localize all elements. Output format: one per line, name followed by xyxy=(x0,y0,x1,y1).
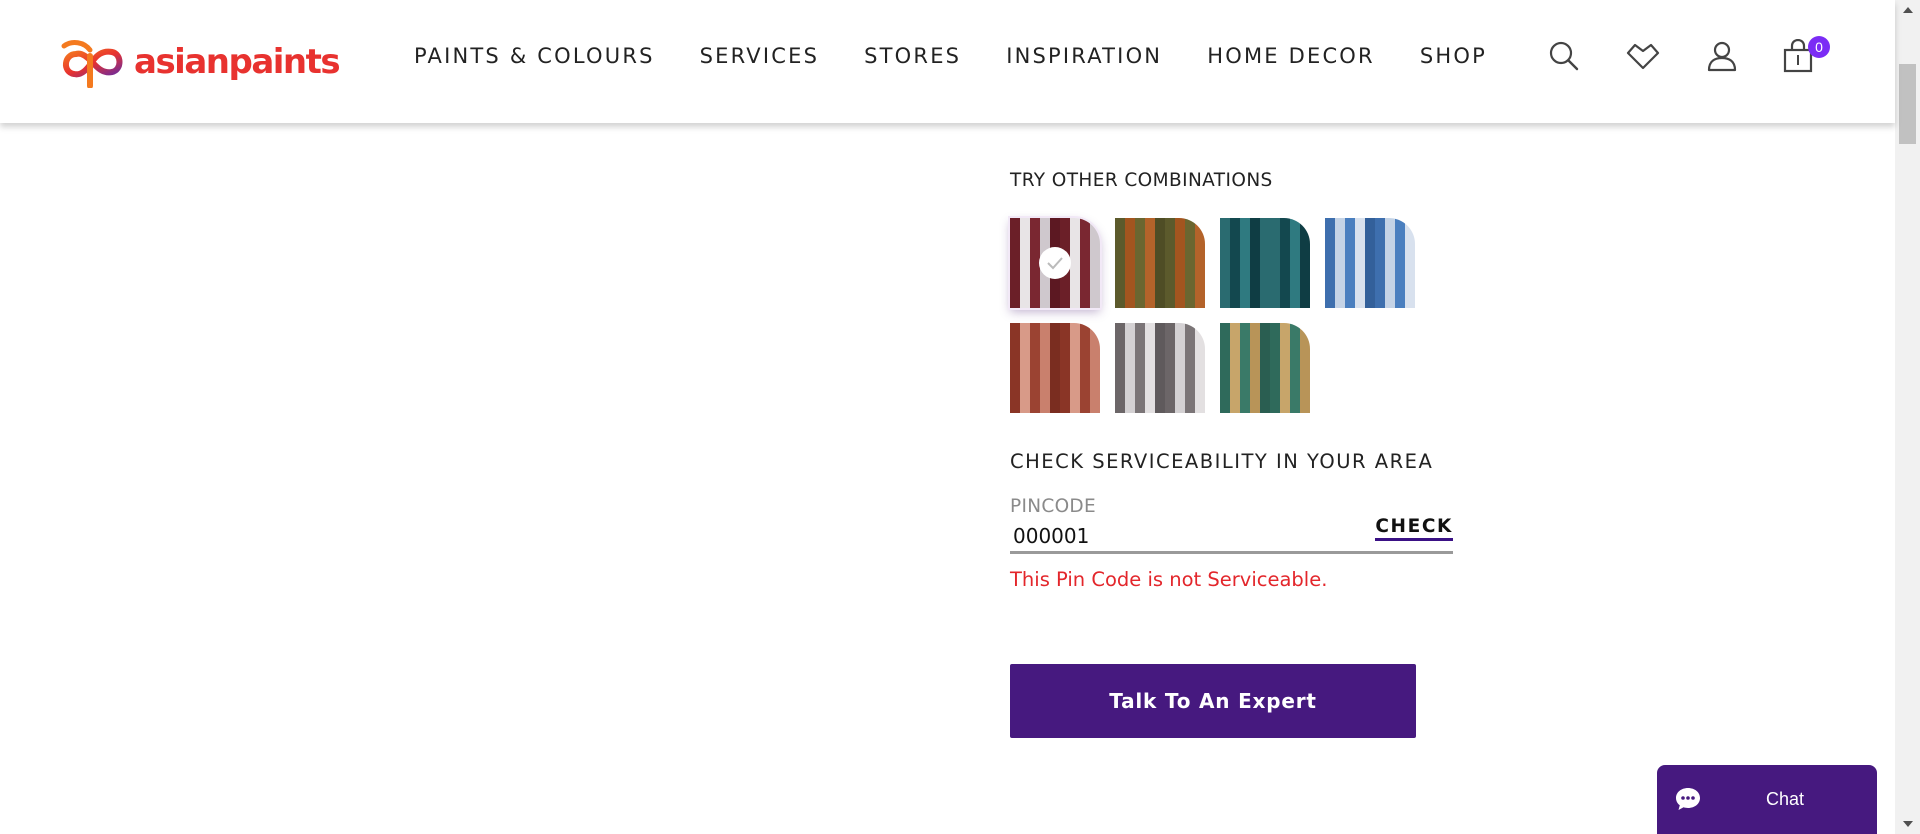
pincode-row: CHECK xyxy=(1010,516,1453,554)
combination-swatch[interactable] xyxy=(1220,218,1310,308)
product-options-panel: TRY OTHER COMBINATIONS CHECK SERVICEABIL… xyxy=(1010,170,1470,738)
combination-swatch[interactable] xyxy=(1325,218,1415,308)
asianpaints-logo-icon xyxy=(61,40,123,88)
page-scrollbar[interactable] xyxy=(1895,0,1920,834)
chat-widget[interactable]: Chat xyxy=(1657,765,1877,834)
pincode-error-message: This Pin Code is not Serviceable. xyxy=(1010,568,1328,591)
chat-bubble-icon xyxy=(1676,788,1700,810)
chat-label: Chat xyxy=(1766,789,1805,809)
nav-item-inspiration[interactable]: INSPIRATION xyxy=(1006,44,1162,68)
brand-logo-text: asianpaints xyxy=(134,42,341,82)
nav-item-paints-colours[interactable]: PAINTS & COLOURS xyxy=(414,44,655,68)
brand-logo[interactable]: asianpaints xyxy=(58,36,341,88)
pincode-input[interactable] xyxy=(1013,522,1343,550)
check-button[interactable]: CHECK xyxy=(1375,516,1453,541)
pincode-label: PINCODE xyxy=(1010,496,1096,517)
site-header: asianpaints PAINTS & COLOURS SERVICES ST… xyxy=(0,0,1895,123)
scroll-down-arrow-icon[interactable] xyxy=(1895,814,1920,834)
serviceability-title: CHECK SERVICEABILITY IN YOUR AREA xyxy=(1010,450,1434,473)
user-icon[interactable] xyxy=(1704,38,1740,74)
talk-to-expert-button[interactable]: Talk To An Expert xyxy=(1010,664,1416,738)
cart-count-badge: 0 xyxy=(1808,36,1830,58)
combination-swatch[interactable] xyxy=(1010,323,1100,413)
nav-item-services[interactable]: SERVICES xyxy=(700,44,819,68)
header-actions: 0 xyxy=(1546,36,1830,74)
search-icon[interactable] xyxy=(1546,38,1582,74)
combinations-title: TRY OTHER COMBINATIONS xyxy=(1010,170,1273,191)
cart-icon[interactable]: 0 xyxy=(1780,36,1830,74)
combination-swatch[interactable] xyxy=(1220,323,1310,413)
combination-swatch[interactable] xyxy=(1115,323,1205,413)
heart-icon[interactable] xyxy=(1625,38,1661,74)
scroll-up-arrow-icon[interactable] xyxy=(1895,0,1920,20)
combination-swatch[interactable] xyxy=(1115,218,1205,308)
selected-check-icon xyxy=(1039,247,1071,279)
scrollbar-thumb[interactable] xyxy=(1899,64,1916,144)
nav-item-shop[interactable]: SHOP xyxy=(1420,44,1487,68)
nav-item-stores[interactable]: STORES xyxy=(864,44,961,68)
nav-item-home-decor[interactable]: HOME DECOR xyxy=(1207,44,1375,68)
main-nav: PAINTS & COLOURS SERVICES STORES INSPIRA… xyxy=(414,44,1532,68)
combination-swatch[interactable] xyxy=(1010,218,1100,308)
